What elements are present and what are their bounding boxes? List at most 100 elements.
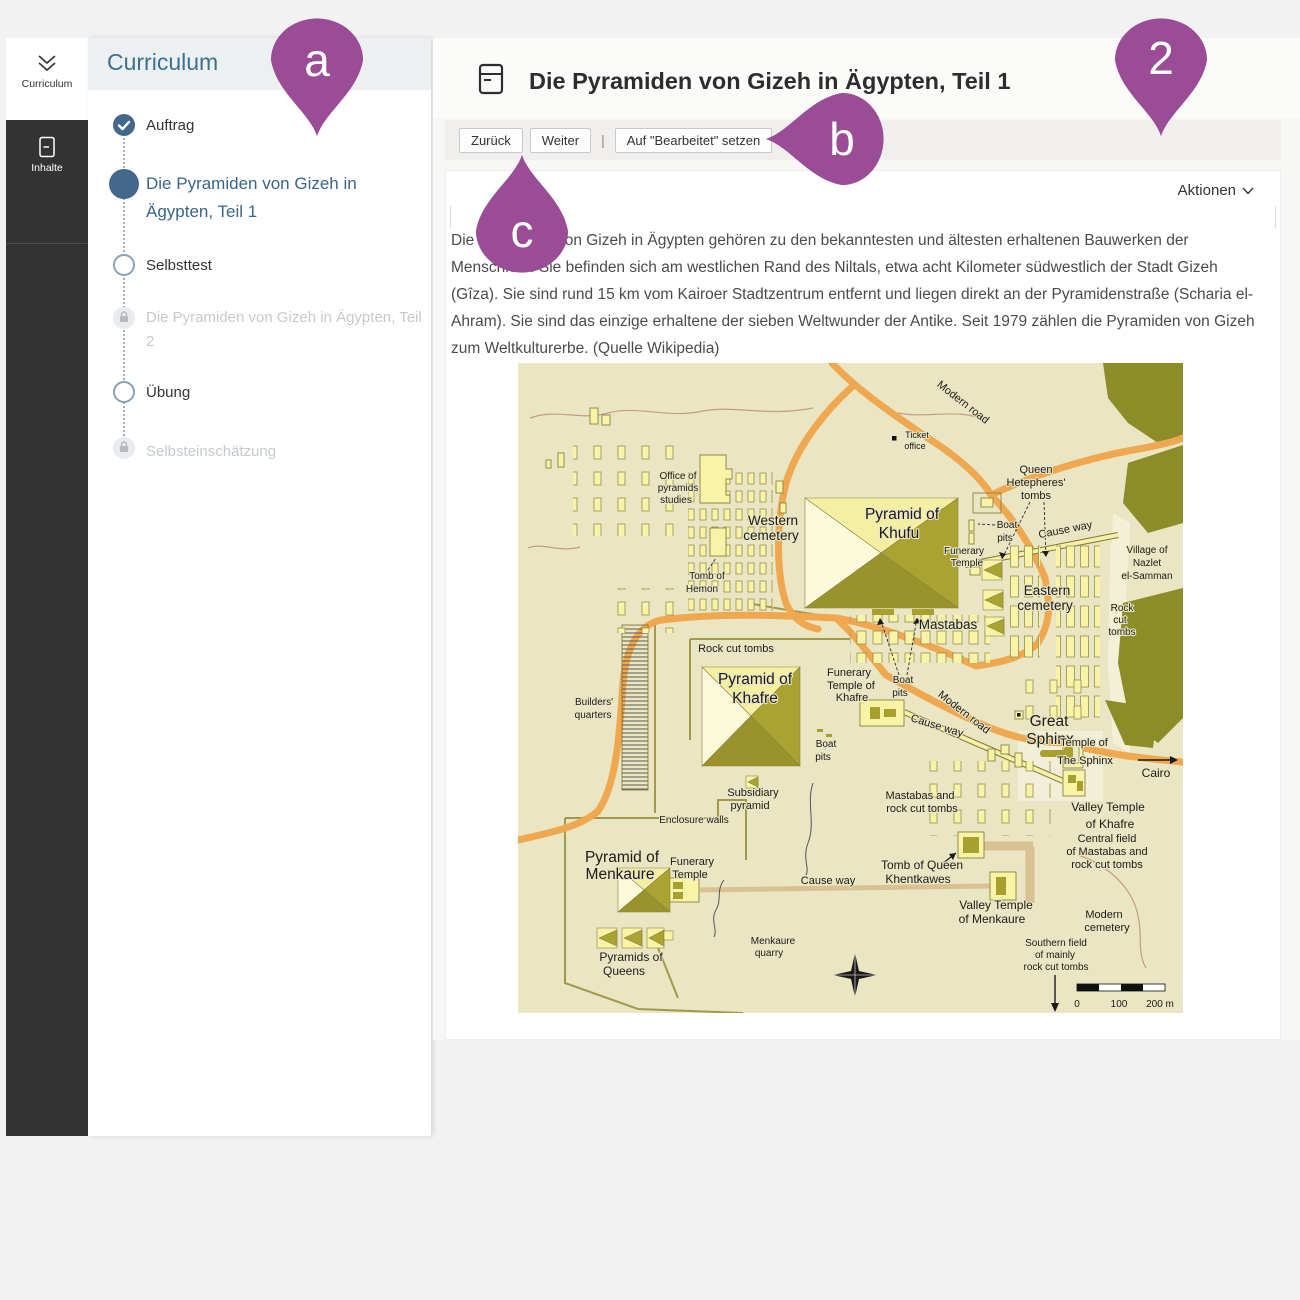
rail-divider <box>6 243 88 244</box>
document-icon <box>478 63 504 95</box>
map-label: Valley Temple <box>1071 800 1145 814</box>
map-label: Boat <box>893 675 914 686</box>
map-label: el-Samman <box>1121 571 1172 582</box>
map-label: Temple <box>951 558 984 569</box>
document-icon <box>38 136 56 158</box>
rail-item-curriculum[interactable]: Curriculum <box>6 38 88 120</box>
block-edge-marker <box>450 206 451 228</box>
curriculum-icon <box>35 54 59 74</box>
page: Curriculum Inhalte Curriculum Auftrag Di… <box>0 0 1300 1300</box>
map-label: Cause way <box>801 875 856 887</box>
map-label: Funerary <box>670 856 715 868</box>
map-label: Village of <box>1127 545 1168 556</box>
map-label: Boat <box>997 520 1018 531</box>
step-status-locked-icon <box>113 307 135 329</box>
map-label: Queen <box>1019 464 1052 476</box>
map-label: Ticket <box>905 430 929 440</box>
map-label: Office of <box>659 471 696 482</box>
pin-letter-a: a <box>293 32 341 88</box>
map-label: Eastern <box>1024 583 1071 598</box>
rail-item-inhalte[interactable]: Inhalte <box>6 120 88 204</box>
map-label: Cairo <box>1142 766 1171 780</box>
map-label: pyramids <box>658 483 699 494</box>
map-label: Hemon <box>686 584 718 595</box>
map-label: Temple <box>672 869 707 881</box>
map-label: 200 m <box>1146 999 1174 1010</box>
map-label: Mastabas and <box>885 790 954 802</box>
map-label: Tomb of Queen <box>881 858 963 872</box>
map-label: Khentkawes <box>885 872 950 886</box>
map-label: Khufu <box>879 525 920 542</box>
back-button[interactable]: Zurück <box>459 128 523 153</box>
map-label: quarry <box>755 948 783 959</box>
pin-letter-2: 2 <box>1137 30 1185 86</box>
giza-map-image: Modern road Ticket office Office of pyra… <box>518 363 1183 1013</box>
block-edge-marker <box>1275 206 1276 228</box>
map-label: Enclosure walls <box>659 815 728 826</box>
map-label: 100 <box>1111 999 1128 1010</box>
map-label: cemetery <box>1017 598 1073 613</box>
map-label: Valley Temple <box>959 898 1033 912</box>
panel-header: Curriculum <box>88 38 431 90</box>
next-button[interactable]: Weiter <box>530 128 591 153</box>
rail-item-label: Inhalte <box>6 162 88 174</box>
sidebar-step-selbsttest[interactable]: Selbsttest <box>146 257 212 274</box>
map-label: Western <box>748 513 798 528</box>
pin-letter-c: c <box>498 203 546 259</box>
map-label: 0 <box>1074 999 1080 1010</box>
map-label: studies <box>660 495 692 506</box>
actions-menu-button[interactable]: Aktionen <box>1178 182 1254 199</box>
chevron-down-icon <box>1242 187 1254 195</box>
map-builders-quarters <box>622 625 648 790</box>
map-label: rock cut tombs <box>886 803 958 815</box>
map-label: rock cut tombs <box>1071 859 1143 871</box>
sidebar-step-uebung[interactable]: Übung <box>146 384 190 401</box>
map-label: Nazlet <box>1133 558 1162 569</box>
sidebar-step-current[interactable]: Die Pyramiden von Gizeh in Ägypten, Teil… <box>146 170 411 226</box>
scale-bar <box>1077 984 1165 991</box>
map-label: cemetery <box>1084 922 1130 934</box>
map-label: Tomb of <box>689 571 725 582</box>
map-label: Rock cut tombs <box>698 643 774 655</box>
map-label: Boat <box>816 739 837 750</box>
map-label: Funerary <box>827 667 872 679</box>
map-label: Khafre <box>836 692 868 704</box>
map-label: cemetery <box>743 528 799 543</box>
map-label: Menkaure <box>751 936 796 947</box>
toolbar-divider: | <box>598 132 608 148</box>
map-label: Pyramid of <box>865 506 940 523</box>
sidebar-step-selbsteinschaetzung[interactable]: Selbsteinschätzung <box>146 440 428 464</box>
step-status-open-icon <box>113 381 135 403</box>
map-label: Funerary <box>944 546 984 557</box>
mark-reviewed-button[interactable]: Auf "Bearbeitet" setzen <box>615 128 773 153</box>
map-label: Mastabas <box>919 617 978 632</box>
curriculum-panel: Curriculum Auftrag Die Pyramiden von Giz… <box>88 38 431 1136</box>
map-label: pyramid <box>730 800 769 812</box>
map-label: Pyramids of <box>599 950 663 964</box>
step-status-open-icon <box>113 254 135 276</box>
map-label: Hetepheres' <box>1007 477 1066 489</box>
map-label: Southern field <box>1025 938 1087 949</box>
map-label: of mainly <box>1035 950 1075 961</box>
map-label: pits <box>997 533 1013 544</box>
sidebar-step-teil2[interactable]: Die Pyramiden von Gizeh in Ägypten, Teil… <box>146 306 428 354</box>
map-label: Menkaure <box>586 866 655 883</box>
step-status-done-icon <box>113 114 135 136</box>
left-rail: Curriculum Inhalte <box>6 38 88 1136</box>
map-label: Temple of <box>1060 737 1109 749</box>
map-label: of Menkaure <box>959 912 1026 926</box>
map-label: Pyramid of <box>718 671 793 688</box>
map-label: Rock <box>1111 603 1135 614</box>
map-label: tombs <box>1021 490 1051 502</box>
map-label: quarters <box>575 710 612 721</box>
map-label: Pyramid of <box>585 849 660 866</box>
sidebar-step-auftrag[interactable]: Auftrag <box>146 117 194 134</box>
map-label: Central field <box>1078 833 1137 845</box>
map-label: Builders' <box>575 697 613 708</box>
pin-letter-b: b <box>818 111 866 167</box>
map-label: of Mastabas and <box>1066 846 1147 858</box>
map-label: The Sphinx <box>1057 755 1113 767</box>
actions-label: Aktionen <box>1178 182 1236 199</box>
map-label: Temple of <box>827 680 876 692</box>
map-label: rock cut tombs <box>1023 962 1088 973</box>
